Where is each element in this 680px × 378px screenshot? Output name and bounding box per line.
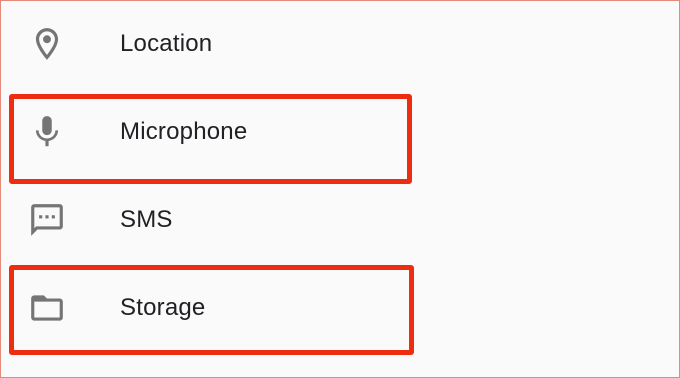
- app-permissions-list: Location Microphone SMS Storage: [0, 0, 680, 378]
- permission-item-location[interactable]: Location: [0, 0, 680, 88]
- folder-icon: [27, 288, 67, 328]
- permission-item-sms[interactable]: SMS: [0, 176, 680, 264]
- permission-label-sms: SMS: [120, 206, 173, 233]
- sms-message-icon: [27, 200, 67, 240]
- permission-label-location: Location: [120, 30, 213, 57]
- permission-item-storage[interactable]: Storage: [0, 264, 680, 352]
- permission-item-microphone[interactable]: Microphone: [0, 88, 680, 176]
- microphone-icon: [27, 112, 67, 152]
- permission-label-microphone: Microphone: [120, 118, 248, 145]
- permission-label-storage: Storage: [120, 294, 206, 321]
- location-pin-icon: [27, 24, 67, 64]
